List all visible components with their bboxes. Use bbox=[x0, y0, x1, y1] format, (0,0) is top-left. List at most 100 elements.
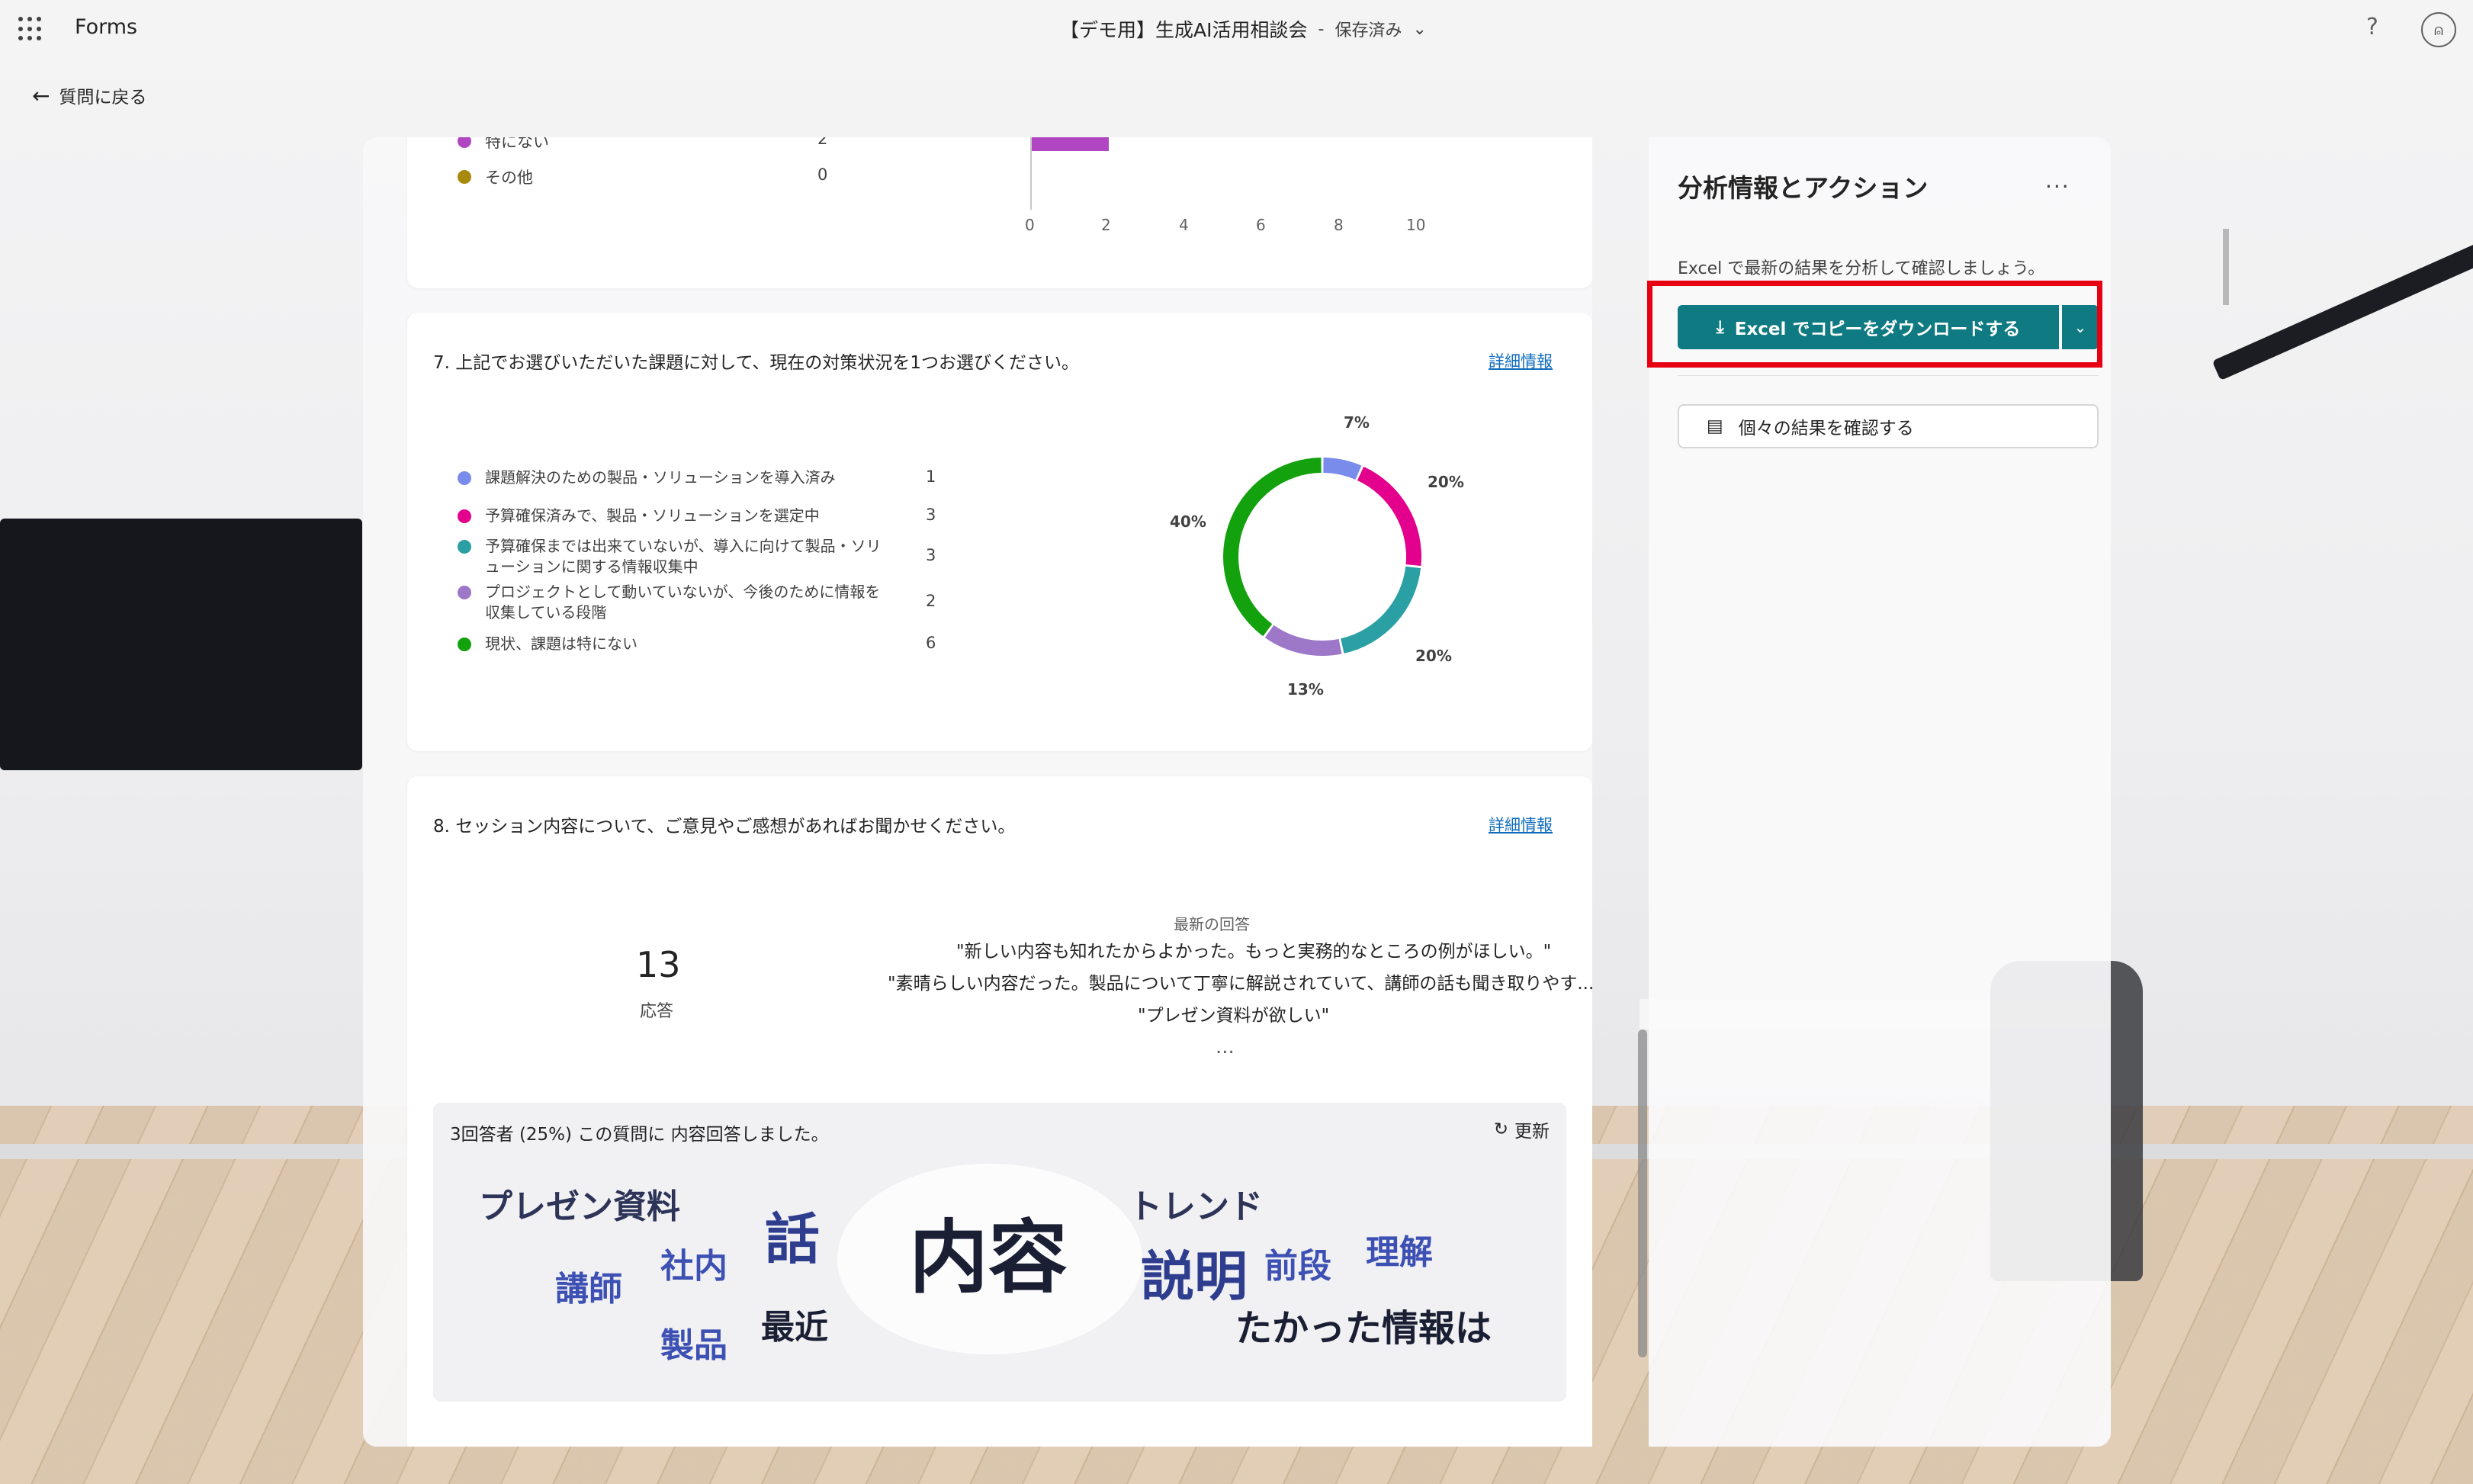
question-title: 8. セッション内容について、ご意見やご感想があればお聞かせください。 bbox=[433, 817, 1016, 837]
view-individual-results-label: 個々の結果を確認する bbox=[1738, 419, 1914, 438]
latest-response: "プレゼン資料が欲しい" bbox=[1138, 1006, 1330, 1026]
legend-item: 課題解決のための製品・ソリューションを導入済み bbox=[458, 467, 946, 488]
document-list-icon: ▤ bbox=[1707, 416, 1723, 436]
word-cloud-word[interactable]: 最近 bbox=[761, 1299, 828, 1348]
word-cloud-word[interactable]: トレンド bbox=[1129, 1179, 1263, 1228]
scrollbar-thumb[interactable] bbox=[1638, 1029, 1647, 1357]
donut-slice[interactable] bbox=[1223, 458, 1322, 637]
question-icon[interactable]: ? bbox=[2366, 14, 2378, 40]
word-cloud-word[interactable]: 前段 bbox=[1264, 1238, 1331, 1287]
word-cloud-word[interactable]: 説明 bbox=[1141, 1234, 1248, 1311]
back-to-questions-link[interactable]: ← 質問に戻る bbox=[32, 82, 146, 108]
question-7-card: 7. 上記でお選びいただいた課題に対して、現在の対策状況を1つお選びください。 … bbox=[407, 313, 1592, 751]
legend-dot bbox=[458, 170, 471, 184]
refresh-icon: ↻ bbox=[1493, 1119, 1508, 1139]
legend-dot bbox=[458, 586, 471, 599]
more-responses-ellipsis[interactable]: ... bbox=[1216, 1036, 1235, 1058]
word-cloud-word[interactable]: 理解 bbox=[1366, 1225, 1433, 1274]
legend-label: 特にない bbox=[485, 137, 549, 151]
legend-label: 現状、課題は特にない bbox=[485, 634, 638, 653]
percent-label: 7% bbox=[1344, 413, 1370, 432]
word-cloud-word[interactable]: 講師 bbox=[555, 1261, 622, 1310]
bar-special-none bbox=[1032, 137, 1109, 151]
legend-dot bbox=[458, 471, 471, 485]
legend-label: 予算確保済みで、製品・ソリューションを選定中 bbox=[485, 506, 820, 525]
legend-dot bbox=[458, 137, 471, 148]
divider bbox=[1678, 375, 2099, 376]
word-cloud-word[interactable]: 話 bbox=[765, 1194, 820, 1274]
app-launcher-icon[interactable] bbox=[18, 17, 43, 41]
latest-response: "新しい内容も知れたからよかった。もっと実務的なところの例がほしい。" bbox=[956, 942, 1552, 962]
percent-label: 40% bbox=[1170, 512, 1206, 531]
side-panel-description: Excel で最新の結果を分析して確認しましょう。 bbox=[1678, 259, 2045, 278]
donut-slice[interactable] bbox=[1341, 566, 1421, 654]
legend-dot bbox=[458, 540, 471, 554]
donut-chart bbox=[1223, 458, 1421, 656]
more-options-icon[interactable]: ... bbox=[2045, 168, 2070, 193]
legend-item: 現状、課題は特にない bbox=[458, 634, 946, 654]
separator: - bbox=[1318, 19, 1325, 39]
legend-label: その他 bbox=[485, 169, 533, 187]
legend-count: 6 bbox=[926, 634, 936, 652]
results-panel[interactable]: 特にない 2 その他 0 0 2 4 6 8 10 7. 上記でお選びいただいた… bbox=[363, 137, 1592, 1447]
red-highlight-box bbox=[1647, 281, 2102, 368]
legend-label: プロジェクトとして動いていないが、今後のために情報を収集している段階 bbox=[485, 583, 881, 622]
donut-slice[interactable] bbox=[1357, 466, 1421, 567]
tv-shape bbox=[0, 519, 362, 770]
refresh-label: 更新 bbox=[1514, 1122, 1550, 1142]
view-individual-results-button[interactable]: ▤ 個々の結果を確認する bbox=[1678, 404, 2099, 448]
axis-tick: 6 bbox=[1256, 216, 1266, 234]
user-avatar-icon[interactable]: ⍝ bbox=[2421, 12, 2456, 47]
latest-responses-label: 最新の回答 bbox=[1174, 915, 1250, 933]
legend-count: 1 bbox=[926, 467, 936, 486]
legend-item: その他 bbox=[458, 165, 533, 188]
axis-tick: 10 bbox=[1406, 216, 1426, 234]
response-count: 13 bbox=[636, 944, 681, 985]
legend-item: 予算確保済みで、製品・ソリューションを選定中 bbox=[458, 506, 946, 526]
question-title: 7. 上記でお選びいただいた課題に対して、現在の対策状況を1つお選びください。 bbox=[433, 353, 1080, 373]
axis-tick: 0 bbox=[1025, 216, 1035, 234]
save-status: 保存済み bbox=[1334, 21, 1402, 40]
refresh-button[interactable]: ↻ 更新 bbox=[1494, 1116, 1550, 1142]
legend-dot bbox=[458, 509, 471, 523]
word-cloud-word[interactable]: 製品 bbox=[660, 1318, 727, 1367]
arrow-left-icon: ← bbox=[32, 82, 50, 108]
document-title-text: 【デモ用】生成AI活用相談会 bbox=[1060, 19, 1308, 41]
word-cloud-panel: 3回答者 (25%) この質問に 内容回答しました。 ↻ 更新 プレゼン資料 話… bbox=[433, 1103, 1566, 1402]
donut-slice[interactable] bbox=[1323, 458, 1362, 480]
legend-item: プロジェクトとして動いていないが、今後のために情報を収集している段階 bbox=[458, 582, 946, 623]
legend-count: 3 bbox=[926, 546, 936, 564]
latest-response: "素晴らしい内容だった。製品について丁寧に解説されていて、講師の話も聞き取りやす… bbox=[888, 974, 1592, 994]
legend-item: 予算確保までは出来ていないが、導入に向けて製品・ソリューションに関する情報収集中 bbox=[458, 536, 946, 577]
word-cloud-word[interactable]: たかった情報は bbox=[1235, 1298, 1492, 1351]
question-6-card: 特にない 2 その他 0 0 2 4 6 8 10 bbox=[407, 137, 1592, 288]
legend-label: 課題解決のための製品・ソリューションを導入済み bbox=[485, 468, 836, 487]
axis-tick: 4 bbox=[1179, 216, 1189, 234]
detail-link[interactable]: 詳細情報 bbox=[1489, 349, 1553, 372]
app-name[interactable]: Forms bbox=[75, 15, 137, 39]
legend-item: 特にない bbox=[458, 137, 549, 153]
legend-label: 予算確保までは出来ていないが、導入に向けて製品・ソリューションに関する情報収集中 bbox=[485, 537, 882, 576]
top-bar: Forms 【デモ用】生成AI活用相談会 - 保存済み ⌄ ? ⍝ bbox=[0, 0, 2473, 58]
axis-tick: 8 bbox=[1334, 216, 1344, 234]
question-8-card: 8. セッション内容について、ご意見やご感想があればお聞かせください。 詳細情報… bbox=[407, 776, 1592, 1447]
response-count-label: 応答 bbox=[640, 1002, 674, 1021]
axis-tick: 2 bbox=[1101, 216, 1111, 234]
word-cloud-word[interactable]: プレゼン資料 bbox=[479, 1179, 680, 1228]
legend-count: 2 bbox=[926, 592, 936, 610]
legend-count: 0 bbox=[817, 165, 828, 184]
detail-link[interactable]: 詳細情報 bbox=[1489, 813, 1553, 836]
percent-label: 13% bbox=[1287, 680, 1324, 699]
percent-label: 20% bbox=[1415, 647, 1452, 665]
donut-slice[interactable] bbox=[1264, 625, 1342, 656]
document-title[interactable]: 【デモ用】生成AI活用相談会 - 保存済み ⌄ bbox=[1060, 15, 1427, 43]
word-cloud-word[interactable]: 社内 bbox=[660, 1238, 727, 1287]
legend-count: 2 bbox=[817, 137, 828, 148]
word-cloud-word[interactable]: 内容 bbox=[909, 1193, 1068, 1308]
side-panel-title: 分析情報とアクション bbox=[1678, 173, 1929, 203]
percent-label: 20% bbox=[1428, 473, 1464, 491]
legend-count: 3 bbox=[926, 506, 936, 524]
legend-dot bbox=[458, 638, 471, 651]
chevron-down-icon[interactable]: ⌄ bbox=[1412, 20, 1426, 39]
word-cloud-summary: 3回答者 (25%) この質問に 内容回答しました。 bbox=[450, 1125, 829, 1145]
